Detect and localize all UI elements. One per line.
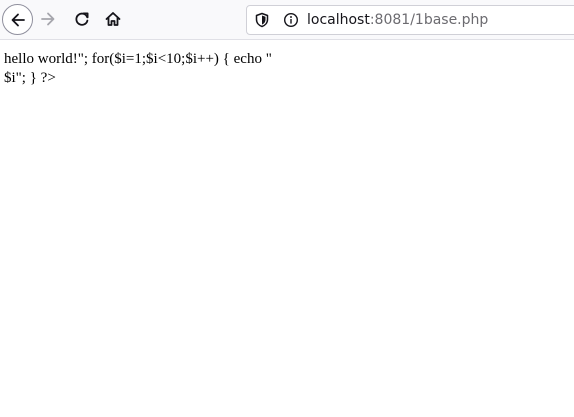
info-icon[interactable]	[283, 12, 299, 28]
url-path: :8081/1base.php	[369, 12, 489, 28]
reload-button[interactable]	[67, 4, 97, 34]
back-button[interactable]	[2, 4, 33, 35]
page-body-text: hello world!"; for($i=1;$i<10;$i++) { ec…	[4, 51, 272, 86]
url-bar[interactable]: localhost:8081/1base.php	[246, 5, 574, 35]
reload-icon	[75, 12, 89, 26]
browser-toolbar: localhost:8081/1base.php	[0, 0, 574, 40]
home-button[interactable]	[98, 4, 128, 34]
arrow-left-icon	[11, 13, 25, 26]
url-host: localhost	[307, 12, 370, 28]
shield-icon[interactable]	[254, 12, 270, 28]
arrow-right-icon	[41, 12, 55, 26]
home-icon	[105, 12, 121, 26]
url-text[interactable]: localhost:8081/1base.php	[307, 12, 488, 28]
forward-button[interactable]	[33, 4, 63, 34]
